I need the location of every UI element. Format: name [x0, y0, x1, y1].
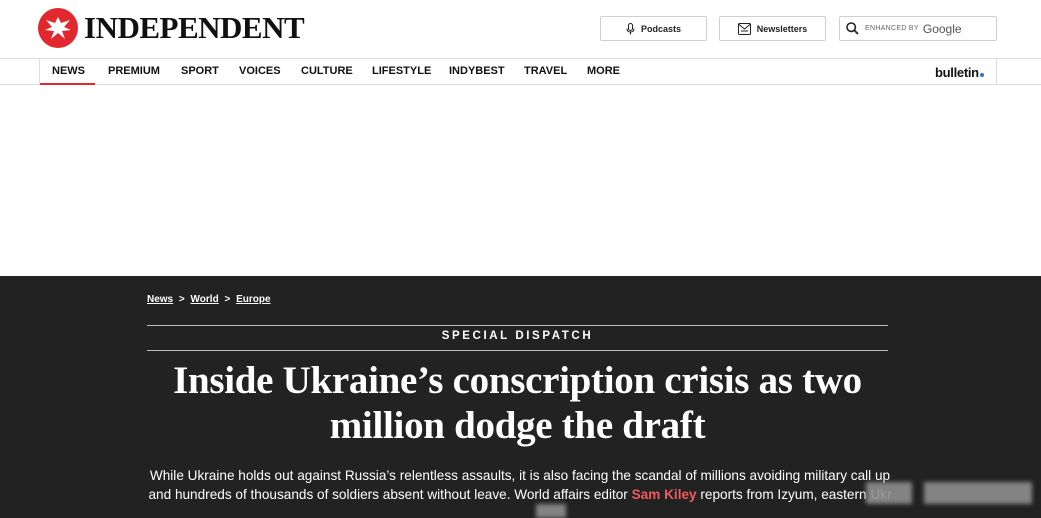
- nav-divider-right: [996, 59, 997, 85]
- podcasts-label: Podcasts: [640, 23, 682, 34]
- main-nav: NEWS PREMIUM SPORT VOICES CULTURE LIFEST…: [0, 58, 1041, 85]
- nav-item-premium[interactable]: PREMIUM: [108, 59, 160, 85]
- search-provider: Google: [922, 21, 962, 36]
- search-icon: [846, 22, 859, 35]
- breadcrumb-separator: >: [178, 294, 185, 305]
- breadcrumb: News > World > Europe: [147, 294, 271, 305]
- nav-item-culture[interactable]: CULTURE: [301, 59, 353, 85]
- nav-item-sport[interactable]: SPORT: [181, 59, 219, 85]
- newsletters-label: Newsletters: [756, 23, 808, 34]
- newsletter-icon: [737, 22, 751, 35]
- blurred-overlay: [924, 482, 1032, 504]
- nav-item-indybest[interactable]: INDYBEST: [449, 59, 505, 85]
- nav-item-travel[interactable]: TRAVEL: [524, 59, 567, 85]
- eagle-logo-icon: [38, 8, 78, 48]
- search-label: ENHANCED BY: [865, 25, 919, 32]
- microphone-icon: [626, 22, 635, 34]
- article-headline: Inside Ukraine’s conscription crisis as …: [173, 359, 862, 447]
- article-header: News > World > Europe SPECIAL DISPATCH I…: [0, 276, 1041, 518]
- author-link[interactable]: Sam Kiley: [632, 487, 697, 502]
- article-kicker: SPECIAL DISPATCH: [441, 330, 594, 342]
- bulletin-label: bulletin: [935, 65, 979, 80]
- podcasts-button[interactable]: Podcasts: [600, 16, 707, 41]
- blurred-overlay: [866, 482, 912, 504]
- kicker-bottom-rule: [147, 350, 888, 351]
- bulletin-link[interactable]: bulletin: [935, 65, 984, 80]
- bulletin-dot-icon: [979, 73, 984, 77]
- breadcrumb-europe[interactable]: Europe: [236, 294, 270, 305]
- nav-item-voices[interactable]: VOICES: [239, 59, 281, 85]
- nav-item-news[interactable]: NEWS: [40, 59, 95, 85]
- kicker-top-rule: [147, 325, 888, 326]
- nav-item-more[interactable]: MORE: [587, 59, 620, 85]
- logo[interactable]: INDEPENDENT: [38, 8, 305, 48]
- breadcrumb-news[interactable]: News: [147, 294, 173, 305]
- blurred-overlay: [536, 504, 566, 518]
- search-box[interactable]: ENHANCED BY Google: [839, 16, 997, 41]
- article-standfirst: While Ukraine holds out against Russia’s…: [140, 466, 900, 504]
- breadcrumb-separator: >: [224, 294, 231, 305]
- nav-item-lifestyle[interactable]: LIFESTYLE: [372, 59, 431, 85]
- brand-name: INDEPENDENT: [84, 10, 305, 45]
- breadcrumb-world[interactable]: World: [191, 294, 219, 305]
- standfirst-text-end: reports from Izyum, eastern Ukr: [696, 487, 892, 502]
- masthead: INDEPENDENT Podcasts Newsletters ENHANCE…: [0, 0, 1041, 58]
- newsletters-button[interactable]: Newsletters: [719, 16, 826, 41]
